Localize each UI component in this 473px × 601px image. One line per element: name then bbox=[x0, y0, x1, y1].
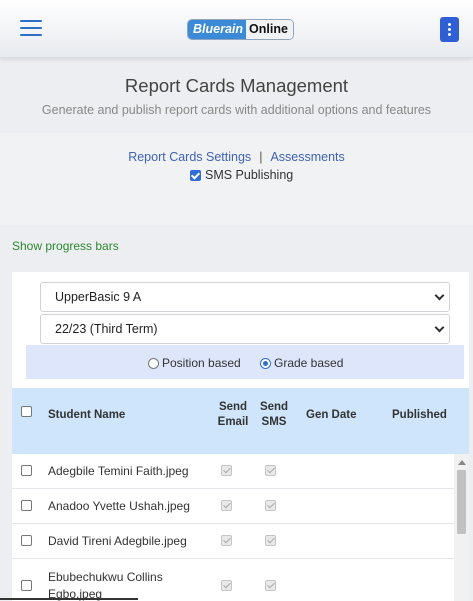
brand-logo[interactable]: Bluerain Online bbox=[187, 19, 294, 40]
sms-publishing-label: SMS Publishing bbox=[205, 168, 294, 182]
col-send-sms-line2: SMS bbox=[261, 416, 287, 428]
class-select-value: UpperBasic 9 A bbox=[55, 290, 142, 304]
select-all-checkbox[interactable] bbox=[21, 406, 32, 417]
col-send-sms-line1: Send bbox=[259, 401, 289, 413]
table-scrollbar[interactable] bbox=[454, 454, 469, 601]
more-options-icon[interactable] bbox=[440, 17, 459, 42]
send-sms-checkbox bbox=[265, 580, 276, 591]
chevron-down-icon bbox=[434, 290, 445, 301]
options-links: Report Cards Settings | Assessments bbox=[0, 150, 473, 164]
position-based-label: Position based bbox=[162, 356, 241, 370]
send-sms-checkbox bbox=[265, 535, 276, 546]
student-name: Anadoo Yvette Ushah.jpeg bbox=[48, 499, 190, 513]
sms-publishing-toggle[interactable]: SMS Publishing bbox=[190, 168, 293, 182]
radio-button[interactable] bbox=[148, 357, 159, 369]
position-based-radio[interactable]: Position based bbox=[148, 356, 241, 370]
col-send-email-line1: Send bbox=[218, 401, 248, 413]
scroll-up-arrow-icon[interactable] bbox=[458, 460, 466, 465]
row-select-checkbox[interactable] bbox=[21, 535, 32, 546]
student-name: Adegbile Temini Faith.jpeg bbox=[48, 464, 189, 478]
report-cards-settings-link[interactable]: Report Cards Settings bbox=[128, 150, 251, 164]
term-select-value: 22/23 (Third Term) bbox=[55, 322, 158, 336]
report-cards-panel: UpperBasic 9 A 22/23 (Third Term) Positi… bbox=[12, 272, 469, 601]
page-title: Report Cards Management bbox=[124, 75, 349, 96]
send-email-checkbox bbox=[221, 580, 232, 591]
student-name: Ebubechukwu Collins Egbo.jpeg bbox=[48, 570, 163, 601]
send-email-checkbox bbox=[221, 465, 232, 476]
top-navbar: Bluerain Online bbox=[0, 0, 473, 58]
grade-based-label: Grade based bbox=[274, 356, 344, 370]
table-row: Adegbile Temini Faith.jpeg bbox=[12, 454, 454, 489]
class-select[interactable]: UpperBasic 9 A bbox=[40, 282, 450, 312]
send-email-checkbox bbox=[221, 500, 232, 511]
send-sms-checkbox bbox=[265, 500, 276, 511]
student-name: David Tireni Adegbile.jpeg bbox=[48, 534, 187, 548]
table-row: Anadoo Yvette Ushah.jpeg bbox=[12, 489, 454, 524]
col-send-email[interactable]: Send Email bbox=[215, 400, 251, 430]
col-send-sms[interactable]: Send SMS bbox=[257, 400, 291, 430]
row-select-checkbox[interactable] bbox=[21, 500, 32, 511]
col-student-name[interactable]: Student Name bbox=[48, 408, 125, 423]
chevron-down-icon bbox=[434, 322, 445, 333]
assessments-link[interactable]: Assessments bbox=[270, 150, 344, 164]
table-row: David Tireni Adegbile.jpeg bbox=[12, 524, 454, 559]
radio-button-selected[interactable] bbox=[260, 357, 271, 369]
sms-publishing-checkbox[interactable] bbox=[190, 169, 201, 181]
row-select-checkbox[interactable] bbox=[21, 465, 32, 476]
col-gen-date[interactable]: Gen Date bbox=[306, 408, 357, 423]
table-body: Adegbile Temini Faith.jpeg Anadoo Yvette… bbox=[12, 454, 469, 601]
col-published[interactable]: Published bbox=[392, 408, 447, 423]
send-email-checkbox bbox=[221, 535, 232, 546]
ranking-mode-group: Position based Grade based bbox=[26, 345, 464, 379]
grade-based-radio[interactable]: Grade based bbox=[260, 356, 343, 370]
logo-text-online: Online bbox=[246, 20, 293, 39]
table-row: Ebubechukwu Collins Egbo.jpeg bbox=[12, 559, 454, 601]
link-separator: | bbox=[259, 150, 263, 164]
hamburger-menu-icon[interactable] bbox=[20, 20, 42, 36]
logo-text-bluerain: Bluerain bbox=[188, 20, 247, 39]
col-send-email-line2: Email bbox=[217, 416, 249, 428]
scrollbar-thumb[interactable] bbox=[457, 470, 466, 534]
term-select[interactable]: 22/23 (Third Term) bbox=[40, 314, 450, 344]
page-subtitle: Generate and publish report cards with a… bbox=[41, 103, 432, 117]
send-sms-checkbox bbox=[265, 465, 276, 476]
table-header: Student Name Send Email Send SMS Gen Dat… bbox=[12, 388, 469, 454]
divider bbox=[0, 598, 138, 600]
row-select-checkbox[interactable] bbox=[21, 580, 32, 591]
show-progress-bars-link[interactable]: Show progress bars bbox=[12, 239, 119, 253]
